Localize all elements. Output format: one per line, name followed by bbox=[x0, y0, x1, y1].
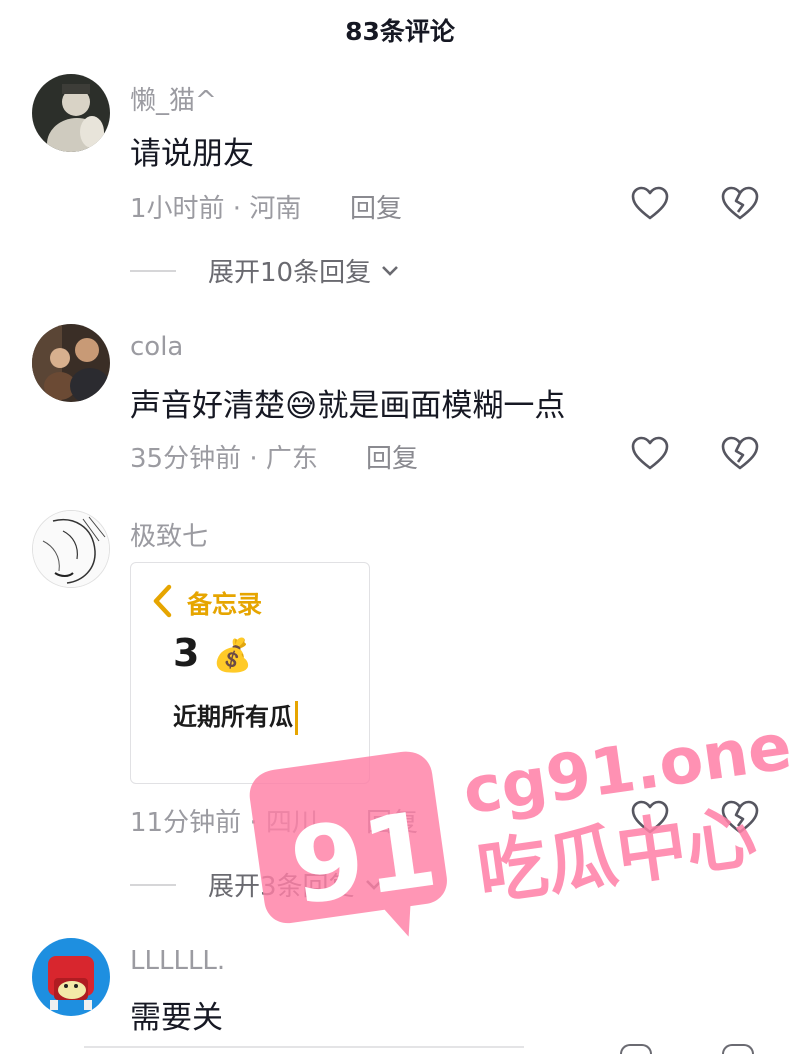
avatar[interactable] bbox=[32, 938, 110, 1016]
comment-username[interactable]: cola bbox=[130, 332, 183, 362]
broken-heart-icon[interactable] bbox=[720, 434, 760, 474]
comment-count-title: 83条评论 bbox=[345, 17, 455, 46]
money-bag-emoji: 💰 bbox=[212, 636, 253, 674]
comment-username[interactable]: LLLLLL. bbox=[130, 946, 225, 976]
comment-item: LLLLLL. 需要关 bbox=[0, 936, 800, 1057]
chevron-down-icon bbox=[365, 879, 382, 890]
comment-item: cola 声音好清楚😅就是画面模糊一点 35分钟前 · 广东 回复 bbox=[0, 322, 800, 492]
comment-text-end: 就是画面模糊一点 bbox=[317, 388, 566, 424]
avatar[interactable] bbox=[32, 74, 110, 152]
comment-meta: 1小时前 · 河南 bbox=[130, 194, 302, 224]
heart-outline-icon[interactable] bbox=[630, 184, 670, 224]
chevron-left-icon bbox=[153, 584, 172, 618]
text-caret bbox=[295, 701, 298, 735]
chevron-down-icon bbox=[382, 265, 399, 276]
reply-button[interactable]: 回复 bbox=[366, 802, 418, 839]
memo-number: 3 💰 bbox=[173, 631, 253, 675]
heart-outline-icon[interactable] bbox=[630, 434, 670, 474]
avatar[interactable] bbox=[32, 324, 110, 402]
comment-meta: 11分钟前 · 四川 bbox=[130, 808, 318, 838]
comment-item: 懒_猫^ 请说朋友 1小时前 · 河南 回复 展开10条回复 bbox=[0, 72, 800, 292]
broken-heart-icon[interactable] bbox=[720, 184, 760, 224]
expand-replies-button[interactable]: 展开10条回复 bbox=[130, 252, 401, 289]
comment-meta: 35分钟前 · 广东 bbox=[130, 444, 318, 474]
comment-image[interactable]: 备忘录 3 💰 近期所有瓜 bbox=[130, 562, 370, 784]
expand-replies-label: 展开10条回复 bbox=[208, 258, 372, 288]
expand-replies-button[interactable]: 展开3条回复 bbox=[130, 866, 385, 903]
expand-replies-label: 展开3条回复 bbox=[208, 872, 355, 902]
memo-text-value: 近期所有瓜 bbox=[173, 703, 293, 731]
comment-text-start: 声音好清楚 bbox=[130, 388, 285, 424]
reply-button[interactable]: 回复 bbox=[366, 438, 418, 475]
heart-outline-icon[interactable] bbox=[630, 798, 670, 838]
comments-header: 83条评论 bbox=[0, 0, 800, 58]
comment-item: 极致七 备忘录 3 💰 近期所有瓜 11分钟前 · 四川 回复 展开3条回复 bbox=[0, 508, 800, 918]
avatar[interactable] bbox=[32, 510, 110, 588]
next-row-cutoff bbox=[0, 1042, 800, 1057]
comment-username[interactable]: 懒_猫^ bbox=[130, 80, 217, 117]
comment-text: 请说朋友 bbox=[130, 136, 254, 172]
memo-number-value: 3 bbox=[173, 631, 200, 675]
memo-text: 近期所有瓜 bbox=[173, 697, 298, 735]
memo-title: 备忘录 bbox=[187, 590, 263, 619]
divider bbox=[130, 883, 176, 886]
divider bbox=[130, 269, 176, 272]
broken-heart-icon[interactable] bbox=[720, 798, 760, 838]
comment-text: 需要关 bbox=[130, 1000, 223, 1036]
sweat-smile-emoji: 😅 bbox=[285, 388, 318, 424]
reply-button[interactable]: 回复 bbox=[350, 188, 402, 225]
comment-text: 声音好清楚😅就是画面模糊一点 bbox=[130, 380, 565, 425]
comment-username[interactable]: 极致七 bbox=[130, 516, 208, 553]
